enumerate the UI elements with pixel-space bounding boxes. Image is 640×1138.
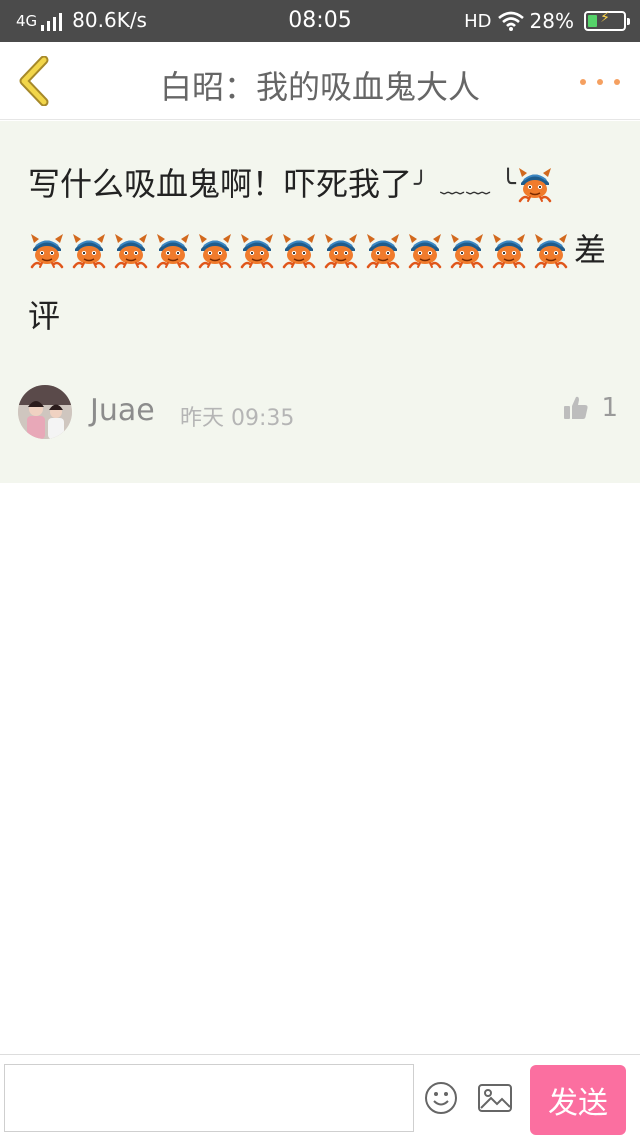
more-options-button[interactable] [580, 70, 620, 94]
demon-emoji-icon [450, 234, 484, 269]
hd-indicator: HD [464, 10, 492, 32]
demon-emoji-icon [30, 234, 64, 269]
date-label: 昨天 [180, 406, 225, 431]
demon-emoji-icon [198, 234, 232, 269]
comment-text: 差 [574, 231, 607, 269]
emoji-button[interactable] [424, 1081, 458, 1115]
charging-icon: ⚡ [600, 10, 610, 26]
demon-emoji-icon [492, 234, 526, 269]
demon-emoji-icon [366, 234, 400, 269]
thumbs-up-icon [564, 396, 589, 419]
author-name[interactable]: Juae [90, 393, 155, 428]
emoji-group [516, 165, 558, 203]
demon-emoji-icon [156, 234, 190, 269]
nav-bar: 白昭：我的吸血鬼大人 [0, 42, 640, 120]
battery-icon: ⚡ [584, 10, 630, 31]
back-button[interactable] [14, 55, 58, 107]
more-dot [614, 79, 620, 85]
comment-text: 写什么吸血鬼啊！吓死我了 [28, 165, 413, 203]
image-icon [478, 1084, 512, 1112]
page-title: 白昭：我的吸血鬼大人 [159, 68, 480, 106]
more-dot [580, 79, 586, 85]
comment-timestamp: 昨天 09:35 [180, 400, 294, 432]
demon-emoji-icon [534, 234, 568, 269]
smiley-icon [425, 1082, 457, 1114]
like-count: 1 [601, 393, 618, 423]
like-button[interactable]: 1 [563, 393, 618, 423]
demon-emoji-icon [72, 234, 106, 269]
status-right: HD 28% ⚡ [464, 9, 630, 33]
author-row: Juae 昨天 09:35 1 [18, 385, 628, 439]
back-chevron-icon [19, 55, 49, 107]
app-screen: 4G 80.6K/s 08:05 HD 28% ⚡ 白昭：我的吸血鬼大人 写什么… [0, 0, 640, 1138]
battery-percent: 28% [529, 9, 574, 33]
demon-emoji-icon [324, 234, 358, 269]
comment-card: 写什么吸血鬼啊！吓死我了 ╯ ﹏﹏ ╰ 差 评 Juae 昨天 09:35 1 [0, 121, 640, 483]
send-button[interactable]: 发送 [530, 1065, 626, 1135]
emoji-group [28, 231, 574, 269]
avatar-photo-icon [18, 385, 72, 439]
comment-input-bar: 发送 [0, 1054, 640, 1138]
more-dot [597, 79, 603, 85]
demon-emoji-icon [518, 168, 551, 203]
demon-emoji-icon [114, 234, 148, 269]
comment-line-2: 差 [28, 229, 606, 271]
wifi-icon [497, 11, 524, 31]
time-label: 09:35 [231, 406, 295, 431]
demon-emoji-icon [282, 234, 316, 269]
comment-line-3: 评 [28, 295, 60, 337]
comment-text: 评 [28, 297, 61, 335]
avatar[interactable] [18, 385, 72, 439]
comment-line-1: 写什么吸血鬼啊！吓死我了 ╯ ﹏﹏ ╰ [28, 163, 558, 205]
kaomoji-text: ╰ [500, 169, 516, 199]
comment-input[interactable] [4, 1064, 414, 1132]
kaomoji-text: ╯ ﹏﹏ [414, 170, 493, 198]
image-button[interactable] [477, 1083, 513, 1113]
demon-emoji-icon [240, 234, 274, 269]
demon-emoji-icon [408, 234, 442, 269]
status-bar: 4G 80.6K/s 08:05 HD 28% ⚡ [0, 0, 640, 42]
